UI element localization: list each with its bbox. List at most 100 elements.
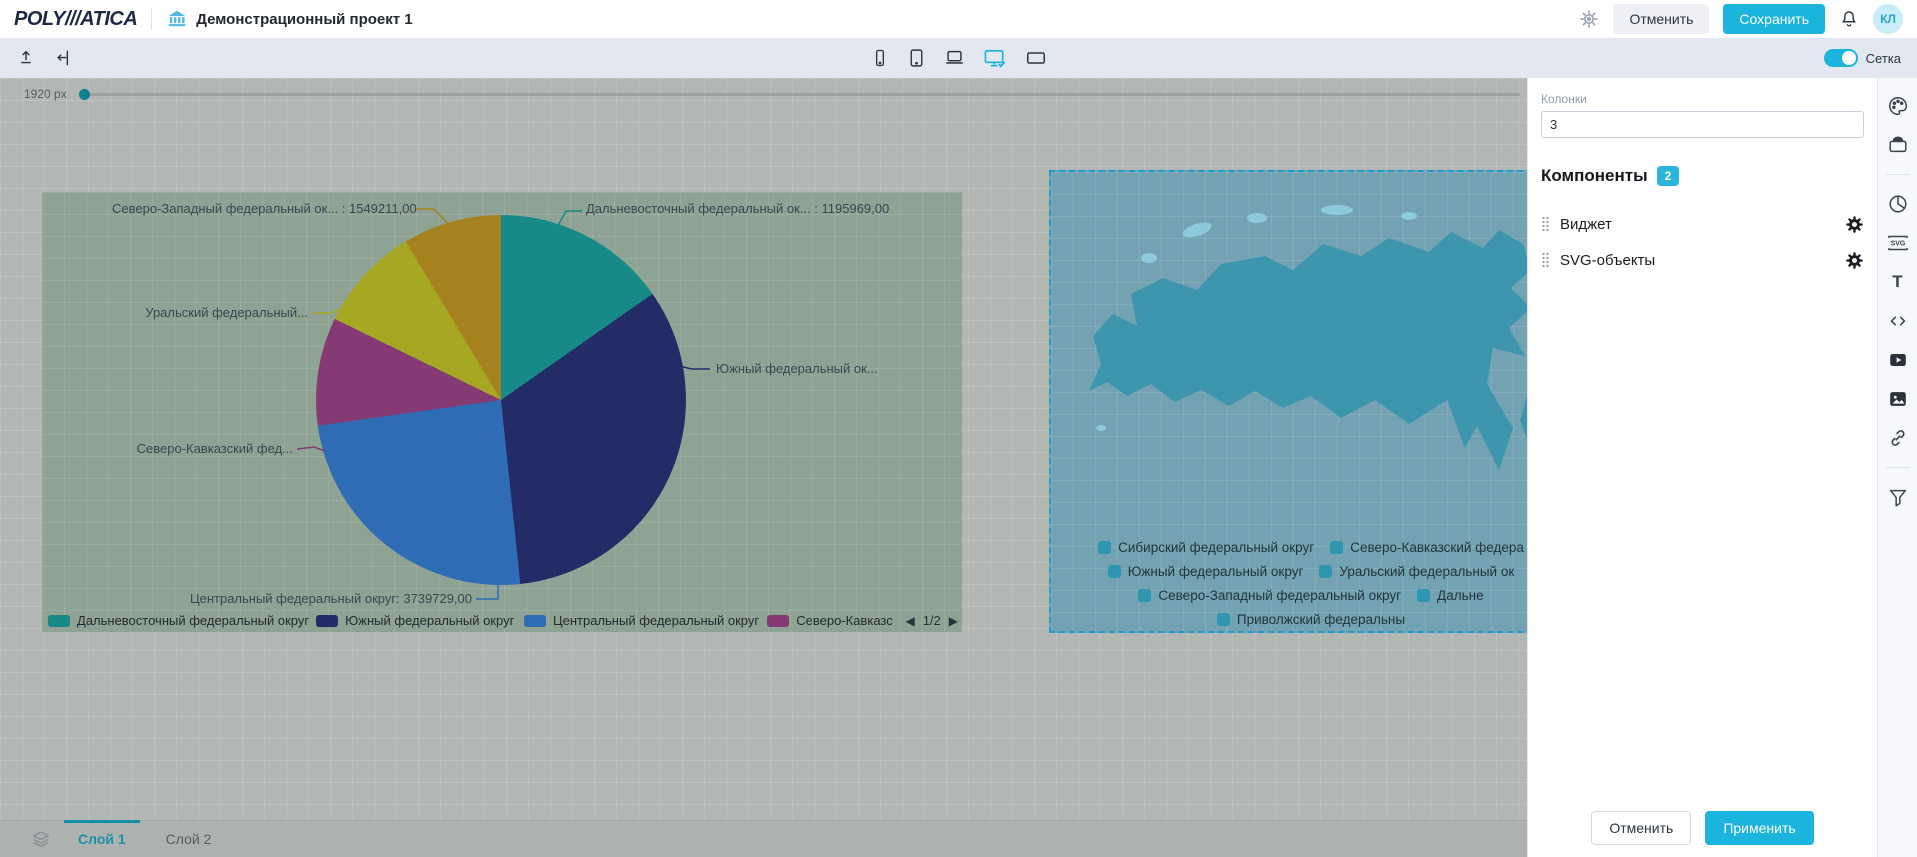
slider-handle[interactable]	[79, 89, 90, 100]
pie-chart-widget[interactable]: Северо-Западный федеральный ок... : 1549…	[42, 192, 962, 632]
columns-label: Колонки	[1541, 92, 1864, 106]
pie-callout-label: Северо-Западный федеральный ок... : 1549…	[112, 201, 412, 216]
legend-label: Сибирский федеральный округ	[1118, 540, 1314, 555]
grid-toggle[interactable]	[1824, 49, 1858, 67]
pie-chart-tool-icon[interactable]	[1885, 192, 1911, 216]
notifications-bell-icon[interactable]	[1839, 9, 1859, 29]
device-phone-icon[interactable]	[868, 45, 892, 71]
map-legend-item: Дальне	[1417, 588, 1484, 603]
legend-item: Дальневосточный федеральный округ	[48, 613, 298, 628]
russia-map	[1079, 186, 1549, 536]
panel-cancel-button[interactable]: Отменить	[1591, 811, 1691, 845]
legend-swatch	[524, 615, 546, 627]
legend-label: Дальневосточный федеральный округ	[77, 613, 309, 628]
tab-layer-1[interactable]: Слой 1	[64, 821, 140, 857]
divider	[151, 8, 152, 30]
legend-label: Дальне	[1437, 588, 1484, 603]
legend-swatch	[767, 615, 789, 627]
text-tool-icon[interactable]: T	[1885, 270, 1911, 294]
tools-rail: SVG T	[1877, 78, 1917, 857]
columns-input[interactable]	[1541, 111, 1864, 138]
canvas-width-slider[interactable]	[81, 93, 1520, 96]
pager-prev-icon[interactable]: ◀	[905, 614, 914, 628]
device-laptop-icon[interactable]	[941, 45, 968, 71]
filter-tool-icon[interactable]	[1885, 485, 1911, 509]
legend-swatch	[1217, 613, 1230, 626]
text-tool-glyph: T	[1892, 272, 1902, 292]
video-tool-icon[interactable]	[1885, 348, 1911, 372]
pie-legend: Дальневосточный федеральный округ Южный …	[48, 613, 958, 628]
device-tablet-icon[interactable]	[904, 45, 929, 71]
project-icon	[166, 8, 188, 30]
cancel-button[interactable]: Отменить	[1613, 4, 1709, 34]
legend-label: Центральный федеральный округ	[553, 613, 759, 628]
user-avatar[interactable]: КЛ	[1873, 4, 1903, 34]
text-cursor-icon[interactable]	[54, 48, 74, 68]
export-icon[interactable]	[16, 48, 36, 68]
component-settings-gear-icon[interactable]	[1845, 251, 1864, 270]
map-legend-item: Приволжский федеральны	[1217, 612, 1405, 627]
component-label: SVG-объекты	[1560, 252, 1655, 269]
map-legend-item: Южный федеральный округ	[1108, 564, 1304, 579]
components-list: Виджет SVG-объекты	[1541, 206, 1864, 278]
toggle-knob	[1842, 51, 1856, 65]
map-legend-item: Уральский федеральный ок	[1319, 564, 1514, 579]
pie-callout-label: Северо-Кавказский фед...	[93, 441, 293, 456]
drag-handle-icon[interactable]	[1541, 216, 1550, 232]
legend-swatch	[1417, 589, 1430, 602]
legend-label: Северо-Кавказский федера	[1350, 540, 1524, 555]
map-legend: Сибирский федеральный округ Северо-Кавка…	[1051, 540, 1571, 627]
pager-next-icon[interactable]: ▶	[949, 614, 958, 628]
legend-swatch	[316, 615, 338, 627]
grid-toggle-label: Сетка	[1866, 51, 1901, 66]
layers-icon[interactable]	[30, 828, 52, 850]
legend-pager: ◀ 1/2 ▶	[905, 613, 958, 628]
settings-gear-icon[interactable]	[1579, 9, 1599, 29]
pie-callout-label: Центральный федеральный округ: 3739729,0…	[172, 591, 472, 606]
layer-bar: Слой 1 Слой 2	[0, 820, 1527, 857]
map-legend-item: Сибирский федеральный округ	[1098, 540, 1314, 555]
components-tray-icon[interactable]	[1885, 133, 1911, 157]
legend-label: Северо-Западный федеральный округ	[1158, 588, 1401, 603]
canvas-width-control: 1920 px	[24, 87, 1520, 101]
component-settings-gear-icon[interactable]	[1845, 215, 1864, 234]
legend-label: Северо-Кавказс	[796, 613, 892, 628]
svg-map-widget[interactable]: Сибирский федеральный округ Северо-Кавка…	[1049, 170, 1573, 633]
device-desktop-icon-active[interactable]	[980, 45, 1010, 72]
legend-label: Южный федеральный округ	[1128, 564, 1304, 579]
legend-label: Южный федеральный округ	[345, 613, 514, 628]
svg-objects-tool-icon[interactable]: SVG	[1885, 231, 1911, 255]
device-widescreen-icon[interactable]	[1022, 45, 1050, 71]
components-count-badge: 2	[1657, 166, 1680, 186]
legend-swatch	[1319, 565, 1332, 578]
device-preview-switcher	[868, 45, 1050, 72]
pie-chart[interactable]	[316, 215, 686, 585]
map-legend-item: Северо-Кавказский федера	[1330, 540, 1524, 555]
canvas-width-label: 1920 px	[24, 87, 67, 101]
link-tool-icon[interactable]	[1885, 426, 1911, 450]
palette-icon[interactable]	[1885, 94, 1911, 118]
topbar: POLY///ATICA Демонстрационный проект 1 О…	[0, 0, 1917, 38]
legend-item: Центральный федеральный округ	[524, 613, 749, 628]
tab-layer-2[interactable]: Слой 2	[152, 821, 226, 857]
legend-swatch	[1108, 565, 1121, 578]
project-title: Демонстрационный проект 1	[196, 11, 412, 28]
pie-callout-label: Уральский федеральный...	[108, 305, 308, 320]
image-tool-icon[interactable]	[1885, 387, 1911, 411]
legend-swatch	[1330, 541, 1343, 554]
component-row-widget[interactable]: Виджет	[1541, 206, 1864, 242]
component-label: Виджет	[1560, 216, 1612, 233]
editor-toolbar: Сетка	[0, 38, 1917, 78]
component-row-svg-objects[interactable]: SVG-объекты	[1541, 242, 1864, 278]
legend-swatch	[1138, 589, 1151, 602]
app-root: POLY///ATICA Демонстрационный проект 1 О…	[0, 0, 1917, 857]
legend-swatch	[48, 615, 70, 627]
drag-handle-icon[interactable]	[1541, 252, 1550, 268]
pie-callout-label: Дальневосточный федеральный ок... : 1195…	[586, 201, 889, 216]
svg-text:SVG: SVG	[1890, 241, 1905, 248]
panel-apply-button[interactable]: Применить	[1705, 811, 1813, 845]
code-tool-icon[interactable]	[1885, 309, 1911, 333]
save-button[interactable]: Сохранить	[1723, 4, 1825, 34]
legend-label: Уральский федеральный ок	[1339, 564, 1514, 579]
legend-item: Южный федеральный округ	[316, 613, 506, 628]
